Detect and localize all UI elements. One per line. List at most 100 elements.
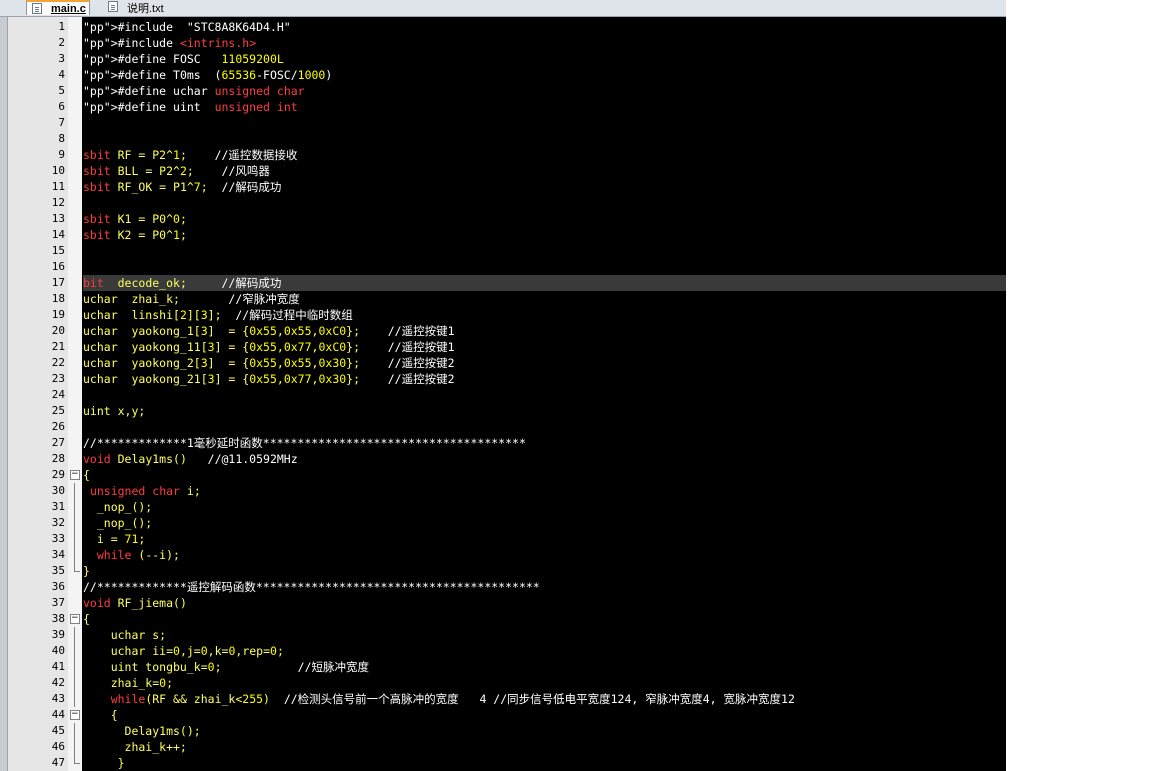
code-text: sbit RF_OK = P1^7; //解码成功 bbox=[83, 180, 282, 194]
code-line[interactable]: 26 bbox=[0, 419, 1006, 435]
code-line[interactable]: 13 sbit K1 = P0^0; bbox=[0, 211, 1006, 227]
fold-line bbox=[68, 755, 82, 771]
code-line[interactable]: 2 "pp">#include <intrins.h> bbox=[0, 35, 1006, 51]
line-number: 19 bbox=[51, 308, 65, 321]
code-line[interactable]: 18 uchar zhai_k; //窄脉冲宽度 bbox=[0, 291, 1006, 307]
line-number: 3 bbox=[58, 52, 65, 65]
code-text: } bbox=[83, 756, 125, 770]
fold-line bbox=[68, 563, 82, 579]
code-line[interactable]: 11 sbit RF_OK = P1^7; //解码成功 bbox=[0, 179, 1006, 195]
tab-label: 说明.txt bbox=[127, 2, 164, 15]
code-line[interactable]: 42 zhai_k=0; bbox=[0, 675, 1006, 691]
code-editor[interactable]: 1 "pp">#include "STC8A8K64D4.H" 2 "pp">#inc… bbox=[0, 17, 1006, 771]
fold-line bbox=[68, 515, 82, 531]
code-text: { bbox=[83, 708, 118, 722]
line-number: 16 bbox=[51, 260, 65, 273]
code-line[interactable]: 43 while(RF && zhai_k<255) //检测头信号前一个高脉冲… bbox=[0, 691, 1006, 707]
code-text: while (--i); bbox=[96, 548, 180, 562]
line-number: 31 bbox=[51, 500, 65, 513]
line-number: 45 bbox=[51, 724, 65, 737]
code-line[interactable]: 16 bbox=[0, 259, 1006, 275]
code-line[interactable]: 19 uchar linshi[2][3]; //解码过程中临时数组 bbox=[0, 307, 1006, 323]
code-line[interactable]: 37 void RF_jiema() bbox=[0, 595, 1006, 611]
code-text: sbit K2 = P0^1; bbox=[83, 228, 187, 242]
line-number: 23 bbox=[51, 372, 65, 385]
code-line[interactable]: 7 bbox=[0, 115, 1006, 131]
line-number: 22 bbox=[51, 356, 65, 369]
code-text: zhai_k++; bbox=[83, 740, 187, 754]
code-text: uchar yaokong_2[3] = {0x55,0x55,0x30}; /… bbox=[83, 356, 455, 370]
code-line[interactable]: 4 "pp">#define T0ms (65536-FOSC/1000) bbox=[0, 67, 1006, 83]
code-line[interactable]: 41 uint tongbu_k=0; //短脉冲宽度 bbox=[0, 659, 1006, 675]
line-number: 35 bbox=[51, 564, 65, 577]
code-line[interactable]: 38 { bbox=[0, 611, 1006, 627]
code-line[interactable]: 17 bit decode_ok; //解码成功 bbox=[0, 275, 1006, 291]
code-text: "pp">#define uint unsigned int bbox=[83, 100, 298, 114]
fold-toggle-icon[interactable] bbox=[68, 467, 82, 483]
code-text: { bbox=[83, 612, 90, 626]
code-line[interactable]: 40 uchar ii=0,j=0,k=0,rep=0; bbox=[0, 643, 1006, 659]
tab-bar: main.c 说明.txt bbox=[0, 0, 1006, 17]
code-line[interactable]: 24 bbox=[0, 387, 1006, 403]
code-line[interactable]: 22 uchar yaokong_2[3] = {0x55,0x55,0x30};… bbox=[0, 355, 1006, 371]
code-line[interactable]: 39 uchar s; bbox=[0, 627, 1006, 643]
code-line[interactable]: 14 sbit K2 = P0^1; bbox=[0, 227, 1006, 243]
line-number: 38 bbox=[51, 612, 65, 625]
code-line[interactable]: 35} bbox=[0, 563, 1006, 579]
code-line[interactable]: 1 "pp">#include "STC8A8K64D4.H" bbox=[0, 19, 1006, 35]
code-text: _nop_(); bbox=[83, 500, 153, 514]
code-line[interactable]: 15 bbox=[0, 243, 1006, 259]
code-text: "pp">#include "STC8A8K64D4.H" bbox=[83, 20, 291, 34]
code-line[interactable]: 46 zhai_k++; bbox=[0, 739, 1006, 755]
code-text: //*************遥控解码函数*******************… bbox=[83, 580, 540, 594]
code-line[interactable]: 8 bbox=[0, 131, 1006, 147]
line-number: 29 bbox=[51, 468, 65, 481]
code-line[interactable]: 34 while (--i); bbox=[0, 547, 1006, 563]
line-number: 18 bbox=[51, 292, 65, 305]
code-text: bit decode_ok; //解码成功 bbox=[83, 275, 1006, 291]
code-text: uchar ii=0,j=0,k=0,rep=0; bbox=[83, 644, 284, 658]
code-line[interactable]: 29 { bbox=[0, 467, 1006, 483]
code-line[interactable]: 20 uchar yaokong_1[3] = {0x55,0x55,0xC0};… bbox=[0, 323, 1006, 339]
line-number: 15 bbox=[51, 244, 65, 257]
code-text: unsigned char i; bbox=[89, 484, 201, 498]
line-number: 20 bbox=[51, 324, 65, 337]
line-number: 24 bbox=[51, 388, 65, 401]
code-line[interactable]: 3 "pp">#define FOSC 11059200L bbox=[0, 51, 1006, 67]
code-line[interactable]: 9 sbit RF = P2^1; //遥控数据接收 bbox=[0, 147, 1006, 163]
line-number: 41 bbox=[51, 660, 65, 673]
line-number: 30 bbox=[51, 484, 65, 497]
code-line[interactable]: 28 void Delay1ms() //@11.0592MHz bbox=[0, 451, 1006, 467]
code-line[interactable]: 10 sbit BLL = P2^2; //风鸣器 bbox=[0, 163, 1006, 179]
code-line[interactable]: 47 } bbox=[0, 755, 1006, 771]
line-number: 4 bbox=[58, 68, 65, 81]
code-line[interactable]: 31 _nop_(); bbox=[0, 499, 1006, 515]
code-line[interactable]: 30 unsigned char i; bbox=[0, 483, 1006, 499]
code-line[interactable]: 44 { bbox=[0, 707, 1006, 723]
code-line[interactable]: 36 //*************遥控解码函数*****************… bbox=[0, 579, 1006, 595]
fold-line bbox=[68, 547, 82, 563]
code-line[interactable]: 25 uint x,y; bbox=[0, 403, 1006, 419]
line-number: 13 bbox=[51, 212, 65, 225]
code-text: } bbox=[83, 564, 90, 578]
code-line[interactable]: 21 uchar yaokong_11[3] = {0x55,0x77,0xC0}… bbox=[0, 339, 1006, 355]
code-text: uchar yaokong_11[3] = {0x55,0x77,0xC0}; … bbox=[83, 340, 455, 354]
code-line[interactable]: 6 "pp">#define uint unsigned int bbox=[0, 99, 1006, 115]
code-line[interactable]: 27 //*************1毫秒延时函数****************… bbox=[0, 435, 1006, 451]
line-number: 25 bbox=[51, 404, 65, 417]
line-number: 1 bbox=[58, 20, 65, 33]
line-number: 9 bbox=[58, 148, 65, 161]
fold-toggle-icon[interactable] bbox=[68, 611, 82, 627]
code-line[interactable]: 5 "pp">#define uchar unsigned char bbox=[0, 83, 1006, 99]
tab-readme-txt[interactable]: 说明.txt bbox=[103, 0, 183, 15]
tab-main-c[interactable]: main.c bbox=[26, 0, 90, 15]
code-line[interactable]: 33 i = 71; bbox=[0, 531, 1006, 547]
code-line[interactable]: 32 _nop_(); bbox=[0, 515, 1006, 531]
code-text: sbit K1 = P0^0; bbox=[83, 212, 187, 226]
tab-label: main.c bbox=[51, 2, 86, 15]
code-text: void Delay1ms() //@11.0592MHz bbox=[83, 452, 298, 466]
code-line[interactable]: 12 bbox=[0, 195, 1006, 211]
fold-toggle-icon[interactable] bbox=[68, 707, 82, 723]
code-line[interactable]: 45 Delay1ms(); bbox=[0, 723, 1006, 739]
code-line[interactable]: 23 uchar yaokong_21[3] = {0x55,0x77,0x30}… bbox=[0, 371, 1006, 387]
